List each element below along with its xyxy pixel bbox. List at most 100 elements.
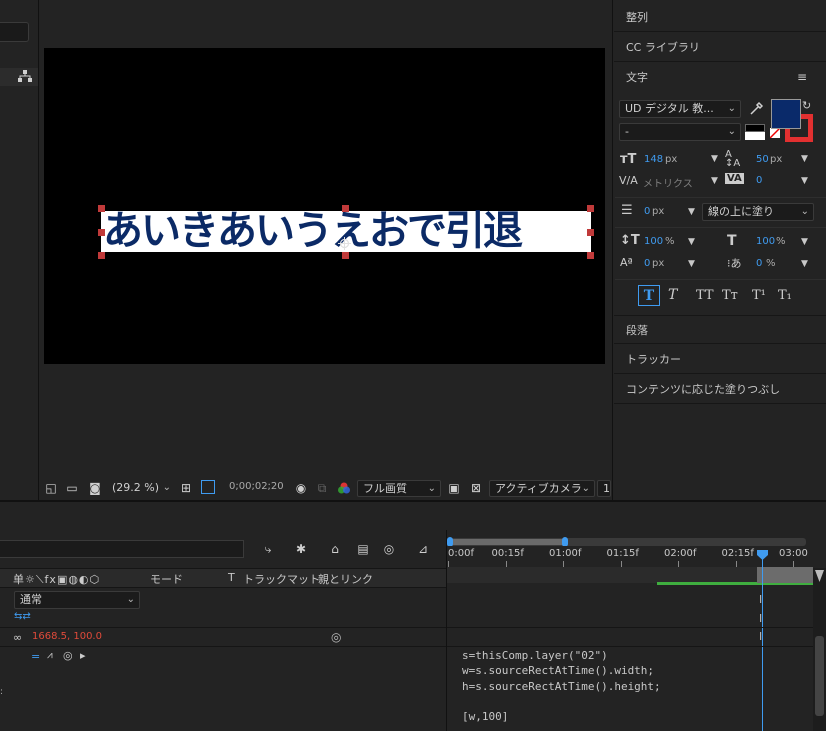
chevron-down-icon[interactable]: ▼ [801,259,808,269]
fast-preview-icon[interactable]: ▣ [447,480,461,496]
playhead-handle[interactable] [757,550,768,560]
motion-blur-icon[interactable]: ◎ [380,541,398,557]
expression-enable-icon[interactable]: = [31,650,40,663]
composition-canvas[interactable] [44,48,605,364]
tracking-value[interactable]: 0 [756,175,762,186]
tsume-value[interactable]: 0 [756,258,762,269]
frame-blending-icon[interactable]: ▤ [354,541,372,557]
section-align[interactable]: 整列 [614,3,826,32]
vertical-scale-value[interactable]: 100 [644,236,663,247]
black-white-swatch[interactable] [745,124,765,140]
timeline-scroll-thumb[interactable] [815,636,824,716]
timeline-search-input[interactable] [0,540,244,558]
swap-colors-icon[interactable]: ↻ [802,99,811,112]
all-caps-button[interactable]: TT [696,285,714,306]
font-size-value[interactable]: 148 [644,154,663,165]
transform-handle-ml[interactable] [98,229,105,236]
section-character[interactable]: 文字 [614,63,826,92]
eyedropper-icon[interactable] [748,101,764,117]
mask-icon[interactable]: ◙ [87,480,103,496]
faux-italic-button[interactable]: T [668,285,677,306]
transform-handle-br[interactable] [587,252,594,259]
timecode-display[interactable]: 0;00;02;20 [229,481,284,492]
size-property-value[interactable]: 1668.5, 100.0 [32,631,102,642]
expression-pickwhip-icon[interactable]: ◎ [63,649,73,662]
section-cc-libraries[interactable]: CC ライブラリ [614,33,826,62]
no-color-swatch[interactable] [769,127,781,139]
blend-mode-dropdown[interactable]: 通常 ⌄ [14,591,140,609]
anchor-point-icon[interactable] [338,237,351,250]
font-style-dropdown[interactable]: - ⌄ [619,123,741,141]
expression-editor[interactable]: s=thisComp.layer("02") w=s.sourceRectAtTi… [462,648,752,724]
flowchart-icon[interactable] [18,70,32,83]
subscript-button[interactable]: T₁ [778,285,792,306]
transform-handle-tl[interactable] [98,205,105,212]
panel-menu-icon[interactable]: ≡ [797,70,807,84]
chevron-down-icon[interactable]: ▼ [801,176,808,186]
work-area-range[interactable] [450,539,564,545]
horizontal-scale-value[interactable]: 100 [756,236,775,247]
shy-layers-icon[interactable]: ⌂ [326,541,344,557]
always-preview-icon[interactable]: ◱ [44,480,58,496]
chevron-down-icon: ⌄ [581,483,590,494]
chevron-down-icon[interactable]: ▼ [688,237,695,247]
leading-value[interactable]: 50 [756,154,769,165]
expression-language-menu-icon[interactable]: ▸ [80,649,86,662]
grid-guide-icon[interactable]: ⊞ [178,480,194,496]
keyframe-marker[interactable]: I [759,612,762,625]
project-search-input[interactable] [0,22,29,42]
chevron-down-icon: ⌄ [126,594,135,605]
camera-snapshot-icon[interactable]: ◉ [293,480,309,496]
pick-whip-icon[interactable]: ◎ [331,630,341,644]
time-navigator[interactable] [448,538,806,546]
zoom-dropdown[interactable]: (29.2 %) ⌄ [107,480,175,497]
superscript-button[interactable]: T¹ [752,285,766,306]
section-content-aware-fill[interactable]: コンテンツに応じた塗りつぶし [614,375,826,404]
expression-graph-icon[interactable]: ⩘ [47,650,53,661]
column-mode[interactable]: モード [150,571,183,587]
column-track-matte[interactable]: トラックマット [243,571,320,587]
transform-handle-mr[interactable] [587,229,594,236]
show-snapshot-icon[interactable]: ⧉ [315,480,329,496]
link-icon[interactable]: ∞ [13,631,22,644]
chevron-down-icon[interactable]: ▼ [711,154,718,164]
playhead-line[interactable] [762,556,763,731]
chevron-down-icon[interactable]: ▼ [801,154,808,164]
transform-handle-tr[interactable] [587,205,594,212]
fill-color-swatch[interactable] [771,99,801,129]
camera-value: アクティブカメラ [495,482,582,495]
ruler-label: 0:00f [448,548,474,559]
transform-handle-bl[interactable] [98,252,105,259]
draft-3d-icon[interactable]: ✱ [292,541,310,557]
camera-dropdown[interactable]: アクティブカメラ ⌄ [489,480,595,497]
transparency-grid-icon[interactable]: ⊠ [469,480,483,496]
kerning-value[interactable]: メトリクス [643,175,693,190]
expression-mode-icon[interactable]: ⇆⇄ [14,611,31,622]
section-paragraph[interactable]: 段落 [614,315,826,344]
stroke-mode-dropdown[interactable]: 線の上に塗り ⌄ [702,203,814,221]
keyframe-marker[interactable]: I [759,593,762,606]
resolution-dropdown[interactable]: フル画質 ⌄ [357,480,441,497]
baseline-shift-value[interactable]: 0 [644,258,650,269]
transform-handle-bm[interactable] [342,252,349,259]
chevron-down-icon[interactable]: ▼ [801,237,808,247]
graph-editor-icon[interactable]: ⊿ [414,541,432,557]
view-layout-dropdown[interactable]: 1 [597,480,611,497]
small-caps-button[interactable]: Tт [722,285,738,306]
chevron-down-icon[interactable]: ▼ [711,176,718,186]
chevron-down-icon[interactable]: ▼ [688,259,695,269]
stroke-width-value[interactable]: 0 [644,206,650,217]
section-tracker[interactable]: トラッカー [614,345,826,374]
font-family-dropdown[interactable]: UD デジタル 教... ⌄ [619,100,741,118]
chevron-down-icon[interactable]: ▼ [688,207,695,217]
monitor-icon[interactable]: ▭ [65,480,79,496]
layer-track[interactable] [757,567,813,583]
color-channels-icon[interactable] [337,482,351,494]
region-of-interest-icon[interactable] [201,480,215,494]
faux-bold-button[interactable]: T [638,285,660,306]
composition-flowchart-icon[interactable]: ⤷ [259,541,277,557]
transform-handle-tm[interactable] [342,205,349,212]
expression-line [462,694,752,709]
column-parent-link[interactable]: 親とリンク [318,571,373,587]
keyframe-marker[interactable]: I [759,630,762,643]
